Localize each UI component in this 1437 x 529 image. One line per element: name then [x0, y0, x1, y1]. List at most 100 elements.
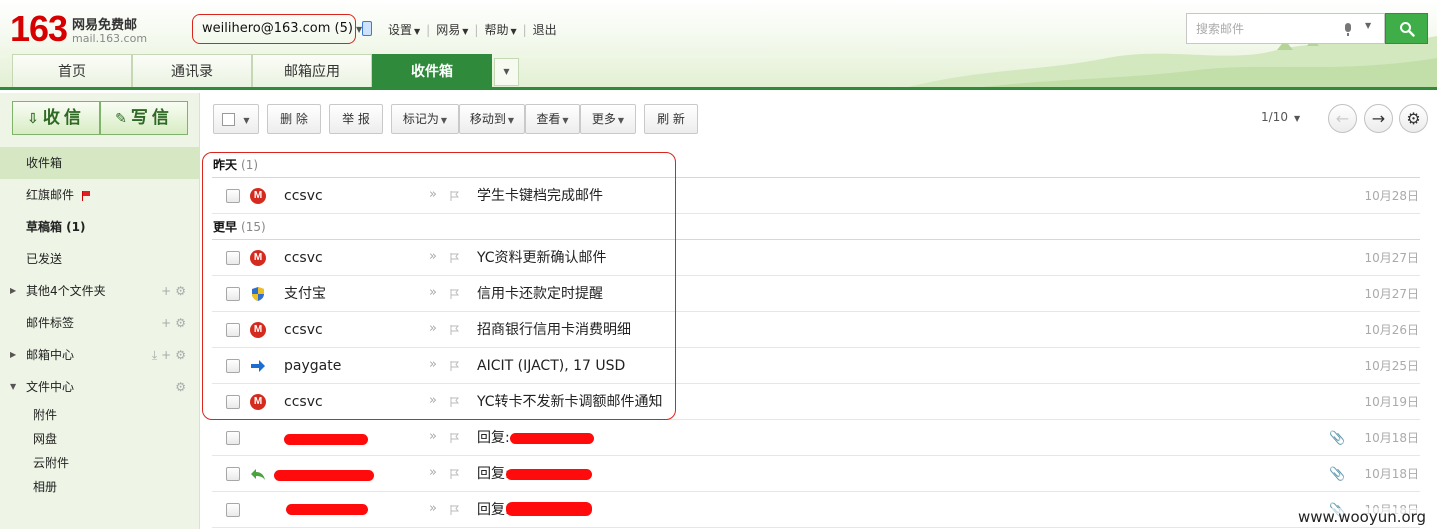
mail-subject: 信用卡还款定时提醒 [477, 286, 603, 302]
compose-row: ⇩ 收信 ✎ 写信 [12, 101, 188, 135]
mail-row[interactable]: » 回复: 📎 10月18日 [212, 420, 1420, 456]
tab-contacts[interactable]: 通讯录 [132, 54, 252, 87]
row-checkbox[interactable] [226, 189, 240, 203]
mark-as-button[interactable]: 标记为 ▼ [391, 104, 459, 134]
select-all-dropdown[interactable]: ▼ [213, 104, 259, 134]
mobile-icon[interactable] [362, 21, 372, 36]
collapse-arrow-icon[interactable]: ▼ [10, 371, 16, 403]
sidebar-item-mail-center[interactable]: ▶ 邮箱中心 ⤓+⚙ [0, 339, 200, 371]
mail-list: 昨天(1) ccsvc » 学生卡键档完成邮件 10月28日 更早(15) cc… [212, 152, 1420, 529]
report-button[interactable]: 举 报 [329, 104, 383, 134]
row-checkbox[interactable] [226, 359, 240, 373]
sidebar-item-drafts[interactable]: 草稿箱 (1) [0, 211, 200, 243]
row-checkbox[interactable] [226, 323, 240, 337]
add-icon[interactable]: + [161, 284, 175, 298]
sidebar-item-inbox[interactable]: 收件箱 [0, 147, 200, 179]
sidebar-item-tags[interactable]: 邮件标签 +⚙ [0, 307, 200, 339]
microphone-icon[interactable] [1345, 23, 1351, 36]
sidebar-subitem-cloud-attachments[interactable]: 云附件 [0, 451, 200, 475]
prev-page-button[interactable]: ← [1328, 104, 1357, 133]
red-flag-icon [82, 191, 91, 201]
list-settings-button[interactable]: ⚙ [1399, 104, 1428, 133]
logout-link[interactable]: 退出 [527, 23, 563, 37]
gear-icon[interactable]: ⚙ [175, 348, 190, 362]
flag-icon[interactable] [450, 361, 459, 371]
view-button[interactable]: 查看 ▼ [525, 104, 580, 134]
select-all-checkbox[interactable] [222, 113, 236, 126]
sidebar-subitem-attachments[interactable]: 附件 [0, 403, 200, 427]
sidebar-subitem-netdisk[interactable]: 网盘 [0, 427, 200, 451]
arrow-left-icon: ← [1335, 109, 1350, 128]
mail-center-actions: ⤓+⚙ [152, 339, 190, 371]
flag-icon[interactable] [450, 397, 459, 407]
flag-icon[interactable] [450, 253, 459, 263]
tab-inbox[interactable]: 收件箱 [372, 54, 492, 87]
sidebar-subitem-album[interactable]: 相册 [0, 475, 200, 499]
add-icon[interactable]: + [161, 348, 175, 362]
expand-arrow-icon[interactable]: ▶ [10, 339, 16, 371]
tab-more-button[interactable]: ▼ [494, 58, 519, 86]
mail-date: 10月27日 [1364, 287, 1419, 301]
flag-icon[interactable] [450, 325, 459, 335]
mail-row[interactable]: 支付宝 » 信用卡还款定时提醒 10月27日 [212, 276, 1420, 312]
gear-icon[interactable]: ⚙ [175, 380, 190, 394]
refresh-button[interactable]: 刷 新 [644, 104, 698, 134]
flag-icon[interactable] [450, 191, 459, 201]
gear-icon[interactable]: ⚙ [175, 284, 190, 298]
chevron-down-icon[interactable]: ▼ [1365, 21, 1371, 30]
mail-row[interactable]: » 回复: 📎 10月18日 [212, 456, 1420, 492]
account-switcher[interactable]: weilihero@163.com (5) ▼ [192, 14, 362, 44]
sidebar-item-other-folders[interactable]: ▶ 其他4个文件夹 +⚙ [0, 275, 200, 307]
mail-date: 10月25日 [1364, 359, 1419, 373]
row-checkbox[interactable] [226, 251, 240, 265]
mail-row[interactable]: paygate » AICIT (IJACT), 17 USD 10月25日 [212, 348, 1420, 384]
help-link[interactable]: 帮助 ▼ [478, 23, 522, 37]
chevron-down-icon: ▼ [507, 116, 515, 125]
flag-icon[interactable] [450, 469, 459, 479]
settings-link[interactable]: 设置 ▼ [382, 23, 426, 37]
group-header-yesterday: 昨天 (1) [212, 152, 1420, 178]
tab-home[interactable]: 首页 [12, 54, 132, 87]
row-checkbox[interactable] [226, 503, 240, 517]
mail-subject: 回复: [477, 466, 510, 482]
page-selector[interactable]: 1/10 ▼ [1261, 110, 1300, 124]
sidebar-item-file-center[interactable]: ▼ 文件中心 ⚙ [0, 371, 200, 403]
add-icon[interactable]: + [161, 316, 175, 330]
flag-icon[interactable] [450, 289, 459, 299]
search-input[interactable] [1188, 15, 1338, 42]
receive-button[interactable]: ⇩ 收信 [12, 101, 100, 135]
gear-icon: ⚙ [1406, 109, 1421, 128]
expand-arrow-icon[interactable]: ▶ [10, 275, 16, 307]
mail-sender: paygate [284, 358, 342, 374]
tab-apps[interactable]: 邮箱应用 [252, 54, 372, 87]
redaction-mark [284, 434, 368, 445]
row-checkbox[interactable] [226, 395, 240, 409]
mail-sender: ccsvc [284, 250, 323, 266]
compose-button[interactable]: ✎ 写信 [100, 101, 188, 135]
row-checkbox[interactable] [226, 467, 240, 481]
flag-icon[interactable] [450, 433, 459, 443]
chevron-down-icon: ▼ [414, 27, 421, 36]
flag-icon[interactable] [450, 505, 459, 515]
move-to-button[interactable]: 移动到 ▼ [459, 104, 525, 134]
thread-arrow-icon: » [429, 465, 437, 480]
mail-row[interactable]: » 回复: 📎 10月18日 [212, 492, 1420, 528]
mail-row[interactable]: ccsvc » YC转卡不发新卡调额邮件通知 10月19日 [212, 384, 1420, 420]
mail-row[interactable]: ccsvc » 学生卡键档完成邮件 10月28日 [212, 178, 1420, 214]
mail-subject: 回复: [477, 430, 510, 446]
sidebar-item-sent[interactable]: 已发送 [0, 243, 200, 275]
search-button[interactable] [1385, 13, 1428, 44]
more-button[interactable]: 更多 ▼ [580, 104, 636, 134]
top-links: 设置 ▼ | 网易 ▼ | 帮助 ▼ | 退出 [382, 21, 563, 38]
row-checkbox[interactable] [226, 431, 240, 445]
gear-icon[interactable]: ⚙ [175, 316, 190, 330]
row-checkbox[interactable] [226, 287, 240, 301]
mail-row[interactable]: ccsvc » 招商银行信用卡消费明细 10月26日 [212, 312, 1420, 348]
netease-link[interactable]: 网易 ▼ [430, 23, 474, 37]
download-icon[interactable]: ⤓ [152, 348, 161, 362]
next-page-button[interactable]: → [1364, 104, 1393, 133]
mail-row[interactable]: ccsvc » YC资料更新确认邮件 10月27日 [212, 240, 1420, 276]
delete-button[interactable]: 删 除 [267, 104, 321, 134]
forward-arrow-icon [251, 360, 265, 372]
sidebar-item-flagged[interactable]: 红旗邮件 [0, 179, 200, 211]
